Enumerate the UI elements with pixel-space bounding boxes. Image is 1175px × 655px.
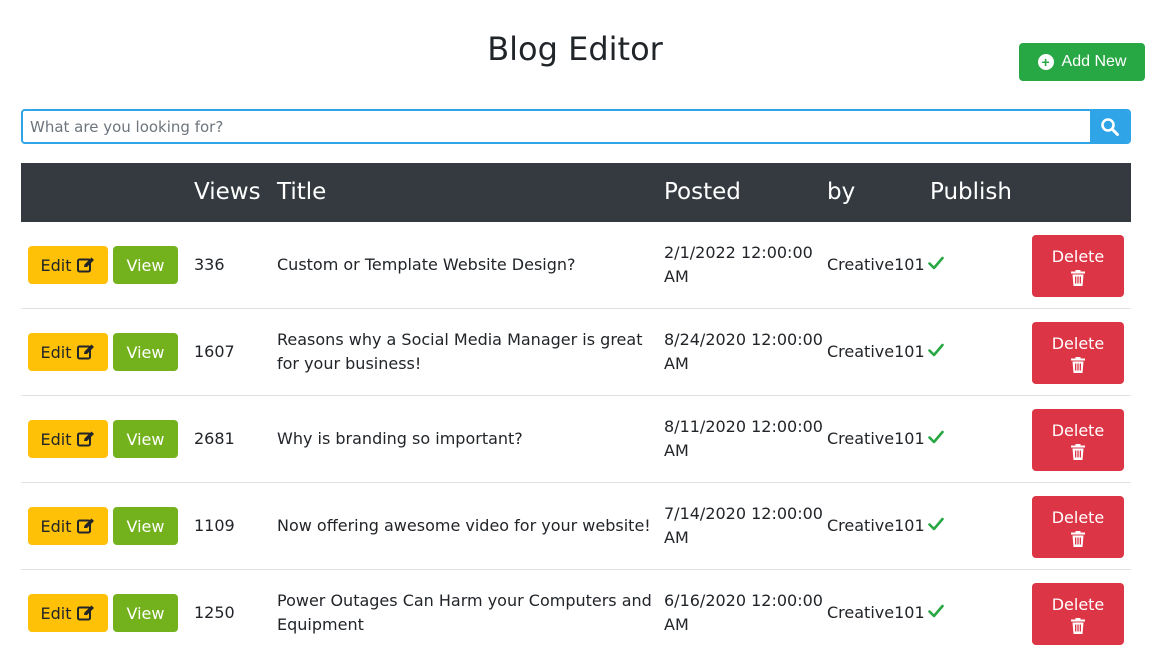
- delete-label: Delete: [1051, 507, 1105, 527]
- edit-icon: [77, 257, 95, 273]
- check-icon: [928, 427, 944, 451]
- delete-label: Delete: [1051, 333, 1105, 353]
- add-new-label: Add New: [1061, 53, 1127, 70]
- delete-label: Delete: [1051, 420, 1105, 440]
- posted-cell: 6/16/2020 12:00:00 AM: [664, 591, 823, 634]
- author-cell: Creative101: [827, 516, 925, 535]
- delete-label: Delete: [1051, 594, 1105, 614]
- view-button[interactable]: View: [113, 246, 178, 284]
- views-cell: 1607: [194, 342, 235, 361]
- check-icon: [928, 253, 944, 277]
- add-new-button[interactable]: + Add New: [1019, 43, 1145, 81]
- table-row: Edit View 336 Custom or Template Website…: [21, 222, 1131, 309]
- check-icon: [928, 601, 944, 625]
- title-cell: Power Outages Can Harm your Computers an…: [277, 591, 652, 634]
- edit-label: Edit: [40, 603, 72, 623]
- author-cell: Creative101: [827, 342, 925, 361]
- table-header: Views Title Posted by Publish: [21, 163, 1131, 222]
- posted-cell: 8/11/2020 12:00:00 AM: [664, 417, 823, 460]
- trash-icon: [1071, 443, 1085, 460]
- trash-icon: [1071, 530, 1085, 547]
- edit-icon: [77, 344, 95, 360]
- column-header-posted: Posted: [664, 179, 741, 205]
- posted-cell: 7/14/2020 12:00:00 AM: [664, 504, 823, 547]
- author-cell: Creative101: [827, 429, 925, 448]
- view-label: View: [126, 342, 165, 362]
- view-button[interactable]: View: [113, 507, 178, 545]
- view-button[interactable]: View: [113, 333, 178, 371]
- edit-icon: [77, 605, 95, 621]
- view-button[interactable]: View: [113, 420, 178, 458]
- author-cell: Creative101: [827, 255, 925, 274]
- trash-icon: [1071, 269, 1085, 286]
- posted-cell: 8/24/2020 12:00:00 AM: [664, 330, 823, 373]
- check-icon: [928, 514, 944, 538]
- edit-label: Edit: [40, 342, 72, 362]
- posted-cell: 2/1/2022 12:00:00 AM: [664, 243, 813, 286]
- search-icon: [1100, 117, 1119, 136]
- author-cell: Creative101: [827, 603, 925, 622]
- table-row: Edit View 2681 Why is branding so import…: [21, 396, 1131, 483]
- edit-label: Edit: [40, 429, 72, 449]
- edit-button[interactable]: Edit: [28, 594, 108, 632]
- trash-icon: [1071, 617, 1085, 634]
- delete-button[interactable]: Delete: [1032, 409, 1124, 471]
- page-title: Blog Editor: [487, 30, 663, 68]
- views-cell: 1109: [194, 516, 235, 535]
- edit-button[interactable]: Edit: [28, 246, 108, 284]
- search-bar: [21, 109, 1131, 144]
- title-cell: Now offering awesome video for your webs…: [277, 516, 651, 535]
- table-row: Edit View 1607 Reasons why a Social Medi…: [21, 309, 1131, 396]
- table-body: Edit View 336 Custom or Template Website…: [21, 222, 1131, 655]
- delete-button[interactable]: Delete: [1032, 322, 1124, 384]
- blog-table: Views Title Posted by Publish Edit View …: [21, 163, 1131, 655]
- edit-button[interactable]: Edit: [28, 420, 108, 458]
- edit-icon: [77, 431, 95, 447]
- views-cell: 1250: [194, 603, 235, 622]
- column-header-views: Views: [194, 179, 261, 205]
- search-input[interactable]: [23, 111, 1090, 142]
- column-header-publish: Publish: [930, 179, 1012, 205]
- edit-label: Edit: [40, 255, 72, 275]
- plus-circle-icon: +: [1037, 54, 1054, 70]
- column-header-by: by: [827, 179, 856, 205]
- search-button[interactable]: [1090, 111, 1129, 142]
- delete-button[interactable]: Delete: [1032, 496, 1124, 558]
- views-cell: 336: [194, 255, 225, 274]
- column-header-title: Title: [277, 179, 327, 205]
- view-label: View: [126, 516, 165, 536]
- edit-button[interactable]: Edit: [28, 333, 108, 371]
- views-cell: 2681: [194, 429, 235, 448]
- edit-button[interactable]: Edit: [28, 507, 108, 545]
- title-cell: Why is branding so important?: [277, 429, 523, 448]
- view-label: View: [126, 603, 165, 623]
- title-cell: Reasons why a Social Media Manager is gr…: [277, 330, 643, 373]
- delete-button[interactable]: Delete: [1032, 583, 1124, 645]
- view-label: View: [126, 255, 165, 275]
- trash-icon: [1071, 356, 1085, 373]
- title-cell: Custom or Template Website Design?: [277, 255, 576, 274]
- check-icon: [928, 340, 944, 364]
- table-row: Edit View 1109 Now offering awesome vide…: [21, 483, 1131, 570]
- table-row: Edit View 1250 Power Outages Can Harm yo…: [21, 570, 1131, 655]
- delete-label: Delete: [1051, 246, 1105, 266]
- edit-label: Edit: [40, 516, 72, 536]
- edit-icon: [77, 518, 95, 534]
- view-button[interactable]: View: [113, 594, 178, 632]
- delete-button[interactable]: Delete: [1032, 235, 1124, 297]
- view-label: View: [126, 429, 165, 449]
